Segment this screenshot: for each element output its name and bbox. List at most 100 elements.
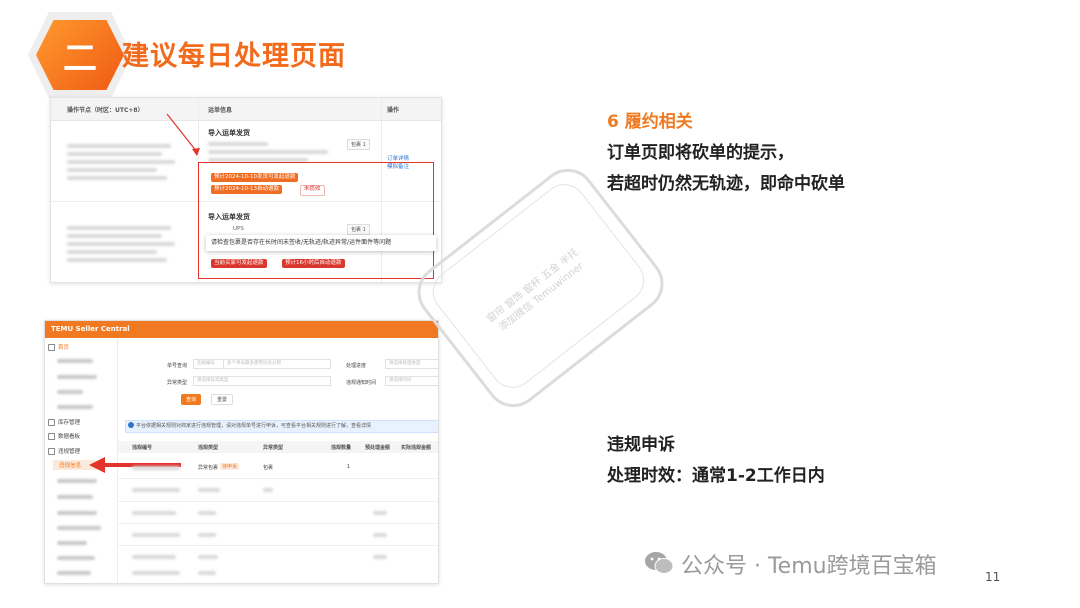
blurred-cell <box>373 511 387 515</box>
exception-type-select[interactable]: 请选择异常类型 <box>193 376 331 386</box>
blurred-text <box>67 144 171 148</box>
table-divider <box>118 478 438 479</box>
blurred-cell <box>132 555 176 559</box>
parcel-count: 包裹 1 <box>347 224 370 235</box>
th-type: 违规类型 <box>198 445 219 451</box>
col-info: 运单信息 <box>208 107 233 114</box>
blurred-cell <box>132 511 176 515</box>
appeal-line-1: 处理时效：通常1-2工作日内 <box>607 466 825 486</box>
order-page-screenshot: 操作节点（时区：UTC+8） 运单信息 操作 导入运单发货 包裹 1 订单详情 … <box>50 97 442 283</box>
parcel-count: 包裹 1 <box>347 139 370 150</box>
order-search-input[interactable]: 多个单号最多使用逗号分割 <box>223 359 331 369</box>
blurred-cell <box>373 555 387 559</box>
blurred-menu <box>57 375 97 379</box>
sidebar-item-data[interactable]: 数据看板 <box>48 432 80 440</box>
import-shipping-label: 导入运单发货 <box>208 129 250 137</box>
sidebar-item-violation[interactable]: 违规管理 <box>48 447 80 455</box>
blurred-text <box>67 258 167 262</box>
section-number: 二 <box>63 38 97 79</box>
table-divider <box>118 545 438 546</box>
pointer-arrow-icon <box>166 113 200 156</box>
reset-button[interactable]: 重置 <box>211 394 234 405</box>
sidebar-item-label: 数据看板 <box>58 434 81 440</box>
blurred-menu <box>57 511 97 515</box>
blurred-menu <box>57 405 93 409</box>
blurred-cell <box>198 533 216 537</box>
page-title: 建议每日处理页面 <box>122 41 346 72</box>
blurred-text <box>67 152 162 156</box>
shield-icon <box>48 448 55 455</box>
blurred-text <box>67 168 157 172</box>
table-divider <box>118 523 438 524</box>
th-actual: 实际违规金额 <box>401 445 432 451</box>
blurred-text <box>208 142 268 146</box>
blurred-text <box>67 242 175 246</box>
blurred-text <box>67 234 162 238</box>
blurred-text <box>67 160 175 164</box>
order-type-select[interactable]: 违规编号 <box>193 359 226 369</box>
fulfillment-line-1: 订单页即将砍单的提示， <box>607 143 794 163</box>
blurred-cell <box>198 555 218 559</box>
blurred-menu <box>57 495 93 499</box>
blurred-cell <box>132 533 180 537</box>
progress-select[interactable]: 请选择处理进度 <box>385 359 438 369</box>
auto-refund-tag: 预计2024-10-13自动退款 <box>211 185 282 194</box>
blurred-cell <box>198 571 216 575</box>
watermark-text: 公众号 · Temu跨境百宝箱 <box>681 554 937 579</box>
blurred-cell <box>198 511 216 515</box>
sidebar-item-label: 首页 <box>58 345 70 351</box>
blurred-menu <box>57 359 93 363</box>
row-qty: 1 <box>347 464 351 470</box>
notice-time-picker[interactable]: 请选择时间 <box>385 376 438 386</box>
chart-icon <box>48 433 55 440</box>
status-badge: 待申诉 <box>220 463 240 470</box>
blurred-menu <box>57 541 87 545</box>
big-red-arrow-icon <box>89 457 181 473</box>
auto-refund-16h-tag: 预计16小时后自动退款 <box>282 259 345 268</box>
blurred-cell <box>132 466 180 470</box>
blurred-cell <box>198 488 220 492</box>
col-node: 操作节点（时区：UTC+8） <box>67 107 144 114</box>
home-icon <box>48 344 55 351</box>
wechat-icon <box>645 552 674 574</box>
blurred-cell <box>132 488 180 492</box>
blurred-text <box>67 250 157 254</box>
filter-label: 处理进度 <box>346 363 367 369</box>
blurred-text <box>67 176 167 180</box>
search-button[interactable]: 查询 <box>181 394 202 405</box>
carrier-name: UPS <box>233 226 244 232</box>
table-divider <box>118 501 438 502</box>
section-title-fulfillment: 6 履约相关 <box>607 112 693 132</box>
blurred-text <box>208 150 328 154</box>
filter-label: 违规通知时间 <box>346 380 377 386</box>
sidebar-item-stock[interactable]: 库存管理 <box>48 418 80 426</box>
filter-label: 单号查询 <box>167 363 188 369</box>
sidebar-item-label: 违规管理 <box>58 449 81 455</box>
import-shipping-label: 导入运单发货 <box>208 213 250 221</box>
blurred-cell <box>132 571 180 575</box>
section-title-appeal: 违规申诉 <box>607 435 675 455</box>
not-collected-tag: 未揽收 <box>300 185 325 196</box>
order-detail-link[interactable]: 订单详情 <box>387 154 409 162</box>
sidebar-item-violation-info[interactable]: 违规信息 <box>59 461 81 469</box>
blurred-cell <box>373 533 387 537</box>
buyer-refund-tag: 当前买家可发起退款 <box>211 259 267 268</box>
check-parcel-tooltip: 请检查包裹是否存在长时间未签收/无轨迹/轨迹异常/运件面件等问题 <box>206 235 436 251</box>
page-number: 11 <box>985 570 1001 584</box>
box-icon <box>48 419 55 426</box>
blurred-text <box>67 226 171 230</box>
refund-warning-tag: 预计2024-10-10发货可发起退款 <box>211 173 299 182</box>
blurred-menu <box>57 479 97 483</box>
blurred-menu <box>57 526 101 530</box>
info-notice: 平台依据相关规则对商家进行违规管理，请对违规单号进行申诉，可查看平台相关规则进行… <box>125 420 438 433</box>
blurred-menu <box>57 390 83 394</box>
blurred-cell <box>263 488 273 492</box>
th-amount: 预处理金额 <box>365 445 391 451</box>
info-icon <box>128 422 134 428</box>
sidebar-item-home[interactable]: 首页 <box>48 343 69 351</box>
th-exception: 异常类型 <box>263 445 284 451</box>
sidebar-item-label: 库存管理 <box>58 420 81 426</box>
th-qty: 违规数量 <box>331 445 352 451</box>
fulfillment-line-2: 若超时仍然无轨迹，即命中砍单 <box>607 174 845 194</box>
row-type: 异常包裹 <box>198 465 219 471</box>
